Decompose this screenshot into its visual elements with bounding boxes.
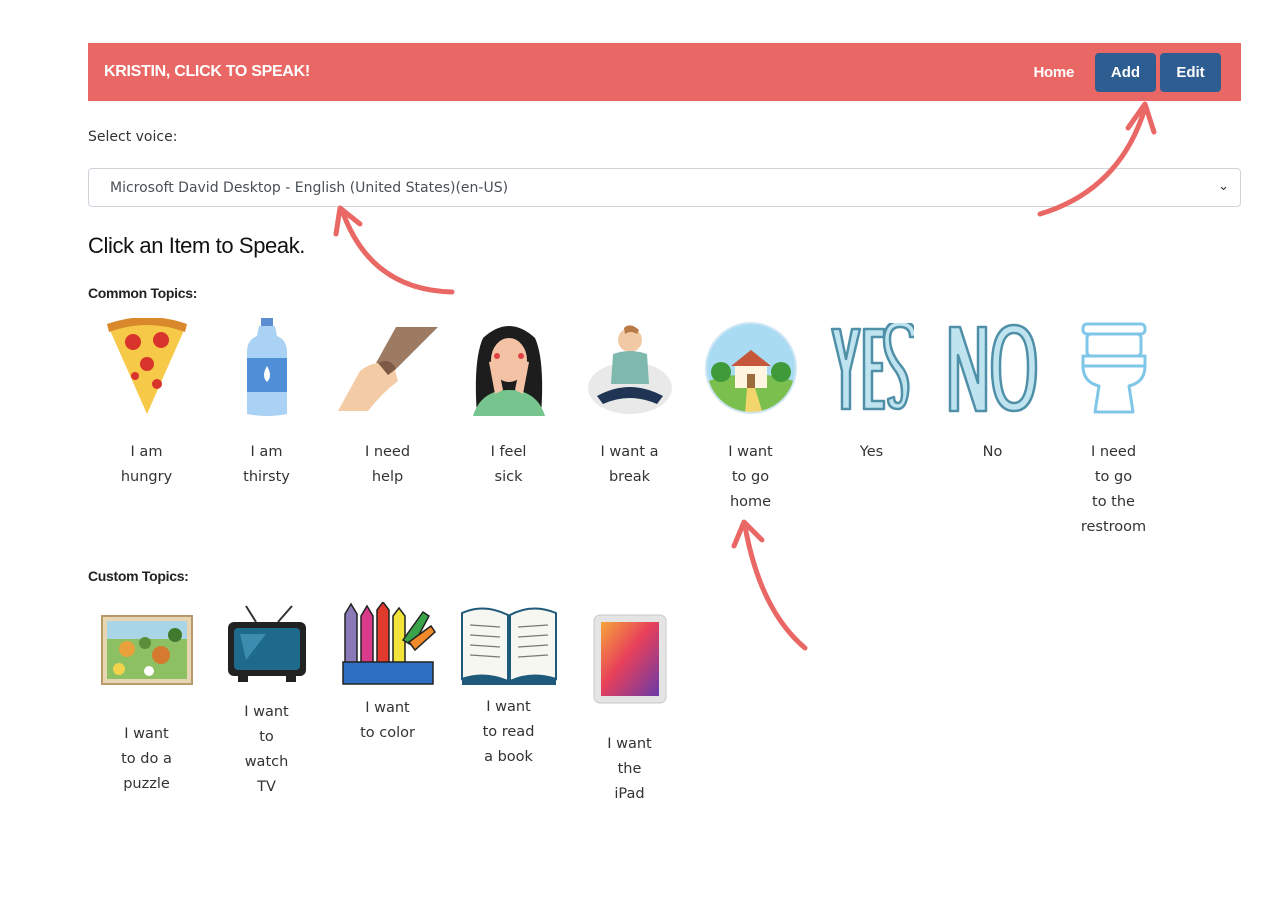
voice-label: Select voice: — [88, 129, 178, 145]
topic-tile[interactable]: I need help — [327, 318, 448, 490]
tile-caption: I need help — [364, 444, 411, 485]
topic-tile[interactable]: Yes — [811, 318, 932, 465]
topic-tile[interactable]: I want to read a book — [448, 602, 569, 770]
brand-title[interactable]: KRISTIN, CLICK TO SPEAK! — [104, 63, 310, 81]
topic-tile[interactable]: I am thirsty — [206, 318, 327, 490]
pizza-icon — [97, 318, 197, 418]
arrow-to-home-tile — [742, 523, 808, 651]
arrow-head — [333, 205, 363, 237]
arrow-to-voice-select — [339, 207, 455, 295]
voice-select-value: Microsoft David Desktop - English (Unite… — [110, 179, 509, 196]
tile-caption: I want to read a book — [482, 699, 535, 765]
tile-caption: Yes — [859, 444, 884, 460]
topic-tile[interactable]: I want to do a puzzle — [86, 612, 207, 797]
tile-caption: I want the iPad — [607, 736, 652, 802]
page-heading: Click an Item to Speak. — [88, 233, 306, 258]
yes-icon — [822, 318, 922, 418]
topic-tile[interactable]: I want the iPad — [569, 612, 690, 807]
tile-caption: I want a break — [600, 444, 659, 485]
topic-tile[interactable]: I feel sick — [448, 318, 569, 490]
tile-caption: I am hungry — [120, 444, 173, 485]
chevron-down-icon: ⌄ — [1218, 179, 1229, 194]
helping-hands-icon — [337, 318, 438, 418]
tile-caption: I want to watch TV — [244, 704, 289, 795]
voice-select[interactable]: Microsoft David Desktop - English (Unite… — [88, 168, 1241, 207]
puzzle-icon — [97, 612, 197, 688]
sick-person-icon — [459, 318, 559, 418]
tile-caption: I feel sick — [490, 444, 527, 485]
topic-tile[interactable]: I am hungry — [86, 318, 207, 490]
toilet-icon — [1064, 318, 1164, 418]
custom-topics-label: Custom Topics: — [88, 568, 189, 584]
tile-caption: I am thirsty — [243, 444, 290, 485]
topic-tile[interactable]: I want a break — [569, 318, 690, 490]
tile-caption: I want to go home — [728, 444, 773, 510]
water-bottle-icon — [217, 318, 317, 418]
ipad-icon — [580, 612, 680, 706]
meditating-person-icon — [580, 318, 680, 418]
topic-tile[interactable]: No — [932, 318, 1053, 465]
topic-tile[interactable]: I need to go to the restroom — [1053, 318, 1174, 540]
topic-tile[interactable]: I want to color — [327, 602, 448, 746]
topic-tile[interactable]: I want to watch TV — [206, 604, 327, 800]
tile-caption: I need to go to the restroom — [1080, 444, 1147, 535]
navbar: KRISTIN, CLICK TO SPEAK! Home Add Edit — [88, 43, 1241, 101]
add-button[interactable]: Add — [1095, 52, 1156, 92]
common-topics-label: Common Topics: — [88, 285, 198, 301]
no-icon — [943, 318, 1043, 418]
tile-caption: I want to do a puzzle — [121, 726, 172, 792]
tv-icon — [217, 604, 317, 684]
topic-tile[interactable]: I want to go home — [690, 318, 811, 515]
book-icon — [459, 602, 559, 686]
home-icon — [701, 318, 801, 418]
crayons-icon — [338, 602, 438, 686]
home-link[interactable]: Home — [1034, 64, 1075, 81]
tile-caption: No — [982, 444, 1003, 460]
edit-button[interactable]: Edit — [1160, 52, 1221, 92]
tile-caption: I want to color — [360, 700, 415, 741]
arrow-head — [1125, 101, 1157, 135]
arrow-head — [731, 519, 765, 549]
nav-actions: Home Add Edit — [1034, 52, 1221, 92]
